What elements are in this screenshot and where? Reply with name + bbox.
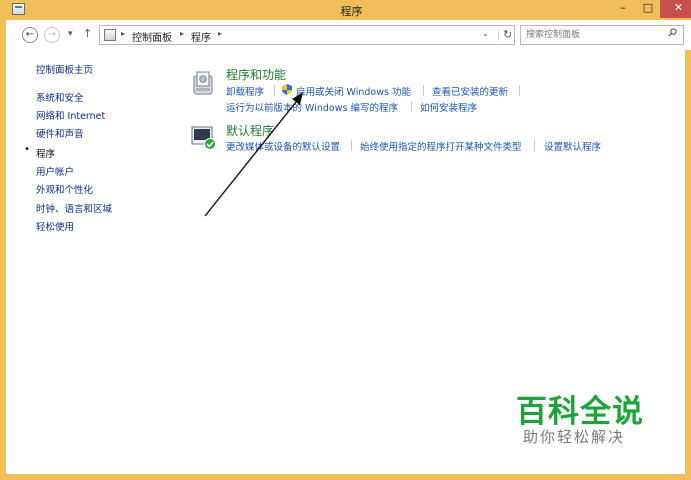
run-older-programs-link[interactable]: 运行为以前版本的 Windows 编写的程序 xyxy=(226,100,398,114)
change-media-defaults-link[interactable]: 更改媒体或设备的默认设置 xyxy=(226,139,340,153)
link-divider xyxy=(534,140,535,151)
sidebar-item-programs[interactable]: 程序 xyxy=(36,146,55,160)
link-divider xyxy=(411,101,412,112)
sidebar-item-network-internet[interactable]: 网络和 Internet xyxy=(36,108,105,122)
how-to-install-link[interactable]: 如何安装程序 xyxy=(420,100,477,114)
sidebar-item-ease-of-access[interactable]: 轻松使用 xyxy=(36,219,74,233)
link-divider xyxy=(423,85,424,96)
maximize-button[interactable]: □ xyxy=(636,0,660,18)
turn-windows-features-link[interactable]: 启用或关闭 Windows 功能 xyxy=(296,84,411,98)
link-divider xyxy=(519,85,520,96)
breadcrumb-separator-icon[interactable]: ▸ xyxy=(218,29,222,38)
up-arrow-icon[interactable]: ↑ xyxy=(83,27,92,40)
uac-shield-icon xyxy=(282,84,292,95)
programs-features-icon[interactable] xyxy=(191,70,217,96)
active-item-bullet-icon: • xyxy=(24,144,30,155)
window-title: 程序 xyxy=(340,5,363,18)
search-box[interactable] xyxy=(520,25,684,45)
link-divider xyxy=(274,85,275,96)
sidebar-item-user-accounts[interactable]: 用户帐户 xyxy=(36,164,74,178)
default-programs-icon[interactable] xyxy=(191,124,217,150)
back-button[interactable]: ← xyxy=(22,27,38,43)
uninstall-program-link[interactable]: 卸载程序 xyxy=(226,84,264,98)
view-installed-updates-link[interactable]: 查看已安装的更新 xyxy=(432,84,508,98)
refresh-icon[interactable]: ↻ xyxy=(498,28,512,41)
breadcrumb-separator-icon[interactable]: ▸ xyxy=(121,29,125,38)
sidebar-item-control-panel-home[interactable]: 控制面板主页 xyxy=(36,62,93,76)
address-dropdown-icon[interactable]: ⌄ xyxy=(482,29,489,38)
link-divider xyxy=(351,140,352,151)
search-input[interactable] xyxy=(526,28,661,42)
always-open-filetype-link[interactable]: 始终使用指定的程序打开某种文件类型 xyxy=(360,139,522,153)
recent-locations-chevron-icon[interactable]: ▾ xyxy=(68,29,73,39)
default-programs-title[interactable]: 默认程序 xyxy=(226,122,274,139)
sidebar-item-system-security[interactable]: 系统和安全 xyxy=(36,90,84,104)
title-bar[interactable]: 程序 – □ ✕ xyxy=(6,0,691,20)
set-default-programs-link[interactable]: 设置默认程序 xyxy=(544,139,601,153)
sidebar-item-clock-language-region[interactable]: 时钟、语言和区域 xyxy=(36,201,112,215)
forward-button[interactable]: → xyxy=(44,27,60,43)
address-row: ← → ▾ ↑ ▸ 控制面板 ▸ 程序 ▸ ⌄ ↻ xyxy=(12,20,691,50)
watermark-main: 百科全说 xyxy=(516,394,644,430)
sidebar-item-appearance[interactable]: 外观和个性化 xyxy=(36,182,93,196)
search-icon[interactable] xyxy=(668,28,677,37)
address-bar[interactable]: ▸ 控制面板 ▸ 程序 ▸ ⌄ ↻ xyxy=(99,25,515,45)
watermark-sub: 助你轻松解决 xyxy=(523,428,626,446)
close-button[interactable]: ✕ xyxy=(660,0,691,18)
breadcrumb-programs[interactable]: 程序 xyxy=(191,29,211,44)
breadcrumb-separator-icon[interactable]: ▸ xyxy=(180,29,184,38)
control-panel-icon xyxy=(104,29,116,41)
programs-features-title[interactable]: 程序和功能 xyxy=(226,66,286,83)
sidebar-item-hardware-sound[interactable]: 硬件和声音 xyxy=(36,126,84,140)
breadcrumb-control-panel[interactable]: 控制面板 xyxy=(132,29,172,44)
minimize-button[interactable]: – xyxy=(610,0,636,18)
